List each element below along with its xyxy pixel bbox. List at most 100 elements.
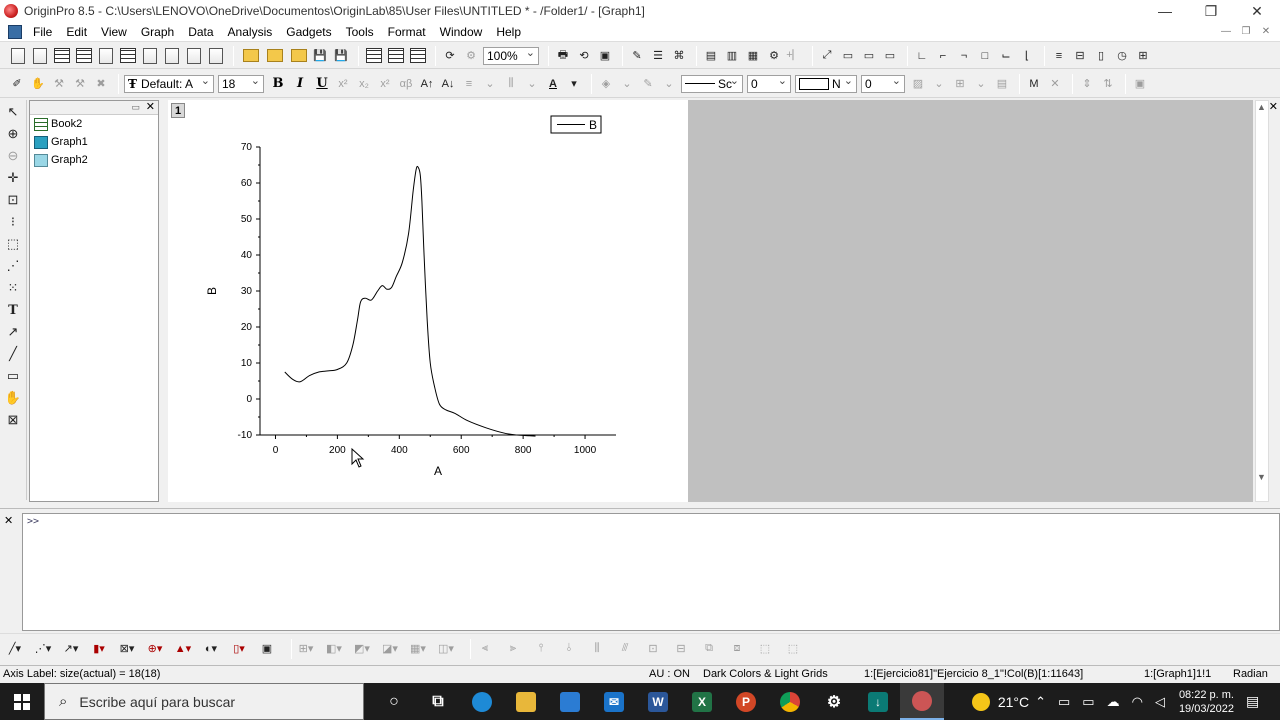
tool-b-icon[interactable]: ⚒ [71,75,89,93]
temperature[interactable]: 21°C [998,694,1029,710]
scroll-up-icon[interactable]: ▲ [1257,102,1266,112]
column-plot-icon[interactable]: ▮▾ [90,640,108,658]
store-icon[interactable] [548,683,592,720]
notes-icon[interactable]: ▦ [744,47,762,65]
zoom-out-icon[interactable]: ⊖ [3,146,23,166]
new-3d-icon[interactable] [165,47,179,64]
close-button[interactable]: ✕ [1234,0,1280,22]
settings-gear-icon[interactable]: ⚙ [812,683,856,720]
new-excel-icon[interactable] [76,48,92,63]
close-icon[interactable]: ✕ [1269,100,1278,113]
project-explorer-icon[interactable]: ⌘ [670,47,688,65]
table-format-icon[interactable]: ▤ [993,75,1011,93]
distribute-icon[interactable]: ⫻ [616,640,634,658]
stock-plot-icon[interactable]: ⊕▾ [146,640,164,658]
back-icon[interactable]: ⧈ [728,640,746,658]
new-workbook-icon[interactable] [54,48,70,63]
batch-icon[interactable]: ⚙ [462,47,480,65]
save-icon[interactable]: 💾 [311,47,329,65]
region-icon[interactable]: ⊠ [3,410,23,430]
border-icon[interactable]: ⊞ [951,75,969,93]
image-plot-icon[interactable]: ◫▾ [437,640,455,658]
new-matrix-icon[interactable] [120,48,136,63]
italic-button[interactable]: I [290,76,310,91]
scroll-down-icon[interactable]: ▼ [1257,472,1266,482]
screen-reader-icon[interactable]: ✛ [3,168,23,188]
menu-help[interactable]: Help [489,22,528,42]
notification-icon[interactable]: ▤ [1246,693,1272,710]
template-icon[interactable]: ▣ [258,640,276,658]
vertical-scrollbar[interactable]: ▲ ▼ ✕ [1253,100,1280,502]
pattern-icon[interactable]: ▨ [909,75,927,93]
3d-wire-icon[interactable]: ◩▾ [353,640,371,658]
fill-pattern-select[interactable]: N [795,74,857,93]
scatter-icon[interactable]: ⁙ [3,278,23,298]
line-width-select[interactable]: 0 [747,74,791,93]
cortana-icon[interactable]: ○ [372,683,416,720]
mail-icon[interactable]: ✉ [592,683,636,720]
taskbar-search[interactable]: ⌕ Escribe aquí para buscar [44,683,364,720]
results-log-icon[interactable]: ☰ [649,47,667,65]
3d-plot-icon[interactable]: ⊞▾ [297,640,315,658]
column-align-dropdown-icon[interactable]: ⌄ [523,75,541,93]
scatter-plot-icon[interactable]: ⋰▾ [34,640,52,658]
same-height-icon[interactable]: ⊟ [672,640,690,658]
scrollbar-track[interactable] [1255,100,1269,502]
task-view-icon[interactable]: ⧉ [416,683,460,720]
pointer-icon[interactable]: ↖ [3,102,23,122]
table-icon[interactable]: ⊟ [1071,47,1089,65]
minimize-button[interactable]: — [1142,0,1188,22]
line-chart[interactable]: 0 200 400 600 800 1000 -10 0 10 20 30 40 50 60 70 A B B [168,100,688,502]
new-function-icon[interactable] [143,47,157,64]
font-name-select[interactable]: Ŧ Default: A [124,74,214,93]
code-builder-icon[interactable]: ✎ [628,47,646,65]
pin-icon[interactable]: ▭ [131,102,140,113]
recalculate-icon[interactable]: ⟳ [441,47,459,65]
region-select-icon[interactable]: ⬚ [3,234,23,254]
restore-button[interactable]: ❐ [1188,0,1234,22]
print-icon[interactable]: 🖶 [554,47,572,65]
app-icon[interactable]: ↓ [856,683,900,720]
align-dropdown-icon[interactable]: ⌄ [481,75,499,93]
command-window-icon[interactable]: ▤ [702,47,720,65]
area-plot-icon[interactable]: ▲▾ [174,640,192,658]
font-size-select[interactable]: 18 [218,74,264,93]
battery-icon[interactable]: ▭ [1082,694,1094,710]
zoom-select[interactable]: 100% [483,46,539,65]
align-center-icon[interactable]: ⫼ [588,640,606,658]
document-icon[interactable] [8,24,22,39]
menu-data[interactable]: Data [181,22,220,42]
axis-bottom-left-icon[interactable]: ∟ [913,47,931,65]
line-tool-icon[interactable]: ╱ [3,344,23,364]
font-color-icon[interactable]: A [544,75,562,93]
3d-surface-icon[interactable]: ◧▾ [325,640,343,658]
move-down-icon[interactable]: ⇅ [1099,75,1117,93]
duplicate-icon[interactable]: ▣ [596,47,614,65]
close-icon[interactable]: ✕ [146,100,155,113]
decrease-font-icon[interactable]: A↓ [439,75,457,93]
graph-page[interactable]: 0 200 400 600 800 1000 -10 0 10 20 30 40 50 60 70 A B B 1 [168,100,688,502]
file-explorer-icon[interactable] [504,683,548,720]
line-symbol-plot-icon[interactable]: ↗▾ [62,640,80,658]
subscript-icon[interactable]: x₂ [355,75,373,93]
new-notes-icon[interactable] [209,47,223,64]
weather-icon[interactable] [971,692,990,711]
font-color-dropdown-icon[interactable]: ▾ [565,75,583,93]
axis-box-icon[interactable]: □ [976,47,994,65]
menu-edit[interactable]: Edit [59,22,94,42]
open-template-icon[interactable] [267,49,283,62]
box-plot-icon[interactable]: ▯▾ [230,640,248,658]
pattern-dropdown-icon[interactable]: ⌄ [930,75,948,93]
chrome-icon[interactable] [768,683,812,720]
tree-item-book2[interactable]: Book2 [30,115,158,133]
tree-item-graph1[interactable]: Graph1 [30,133,158,151]
line-color-icon[interactable]: ✎ [639,75,657,93]
menu-gadgets[interactable]: Gadgets [279,22,338,42]
new-layout-icon[interactable] [187,47,201,64]
pan-icon[interactable]: ✋ [29,75,47,93]
layer-2-icon[interactable]: ▭ [860,47,878,65]
unmask-icon[interactable]: ✕ [1046,75,1064,93]
layer-1-icon[interactable]: ▭ [839,47,857,65]
excel-icon[interactable]: X [680,683,724,720]
save-template-icon[interactable]: 💾 [332,47,350,65]
